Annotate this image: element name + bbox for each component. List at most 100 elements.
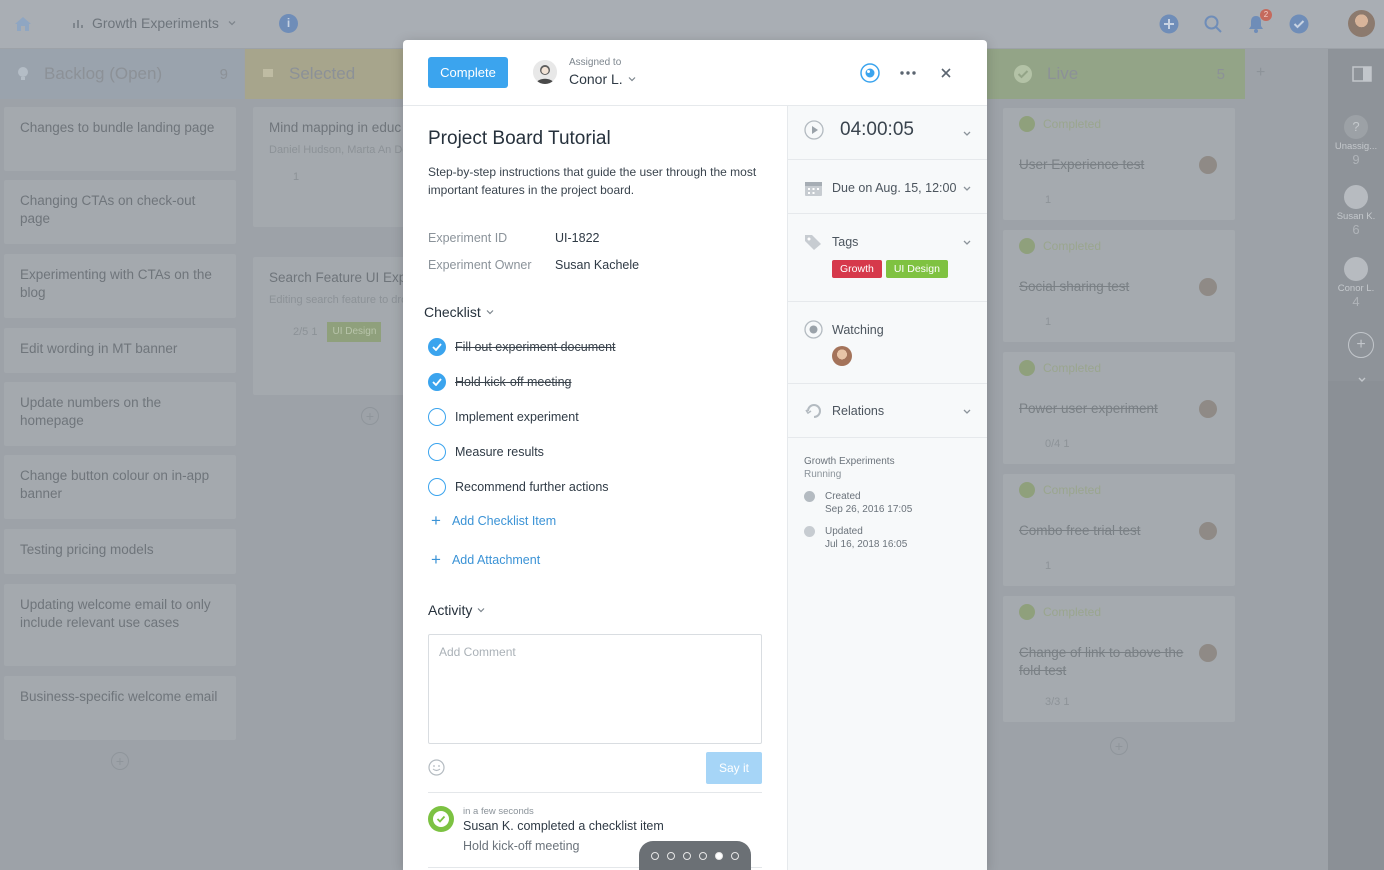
add-checklist-item-button[interactable]: + Add Checklist Item <box>431 512 556 529</box>
avatar <box>1199 400 1217 418</box>
pager-dot[interactable] <box>683 851 691 860</box>
rail-count: 6 <box>1352 222 1360 237</box>
backlog-card[interactable]: Changes to bundle landing page <box>4 107 236 171</box>
created-date: Sep 26, 2016 17:05 <box>825 504 913 515</box>
selected-card[interactable]: Search Feature UI Experiment Editing sea… <box>253 257 403 395</box>
checklist-item[interactable]: Measure results <box>428 443 544 461</box>
complete-button[interactable]: Complete <box>428 57 508 88</box>
comment-input[interactable] <box>428 634 762 744</box>
checklist-item[interactable]: Fill out experiment document <box>428 338 616 356</box>
add-attachment-button[interactable]: + Add Attachment <box>431 551 540 568</box>
live-card[interactable]: Completed Combo free trial test 1 <box>1003 474 1235 586</box>
close-button[interactable] <box>935 62 957 84</box>
add-card-button[interactable]: + <box>1110 737 1128 755</box>
backlog-card[interactable]: Testing pricing models <box>4 529 236 574</box>
rail-susan[interactable]: Susan K. 6 <box>1328 185 1384 237</box>
backlog-card[interactable]: Experimenting with CTAs on the blog <box>4 254 236 318</box>
pager-dot[interactable] <box>731 851 739 860</box>
live-card[interactable]: Completed User Experience test 1 <box>1003 108 1235 220</box>
add-icon[interactable] <box>1158 13 1180 35</box>
tag-ui-design[interactable]: UI Design <box>885 260 948 278</box>
card-title: User Experience test <box>1019 157 1145 172</box>
experiment-id-value[interactable]: UI-1822 <box>555 231 599 245</box>
activity-header[interactable]: Activity <box>428 602 485 618</box>
chevron-down-icon[interactable] <box>962 128 972 138</box>
add-card-button[interactable]: + <box>111 752 129 770</box>
watch-toggle[interactable] <box>859 62 881 84</box>
tag-icon <box>805 235 821 250</box>
chevron-down-icon[interactable] <box>962 406 972 416</box>
column-title: Live <box>1047 64 1079 83</box>
live-card[interactable]: Completed Social sharing test 1 <box>1003 230 1235 342</box>
pager-dot[interactable] <box>715 851 723 860</box>
more-options-button[interactable] <box>897 62 919 84</box>
home-icon[interactable] <box>12 13 34 35</box>
info-icon[interactable]: i <box>279 14 298 33</box>
avatar <box>1344 185 1368 209</box>
notification-badge: 2 <box>1260 9 1272 21</box>
checklist-item[interactable]: Implement experiment <box>428 408 579 426</box>
backlog-card[interactable]: Change button colour on in-app banner <box>4 455 236 519</box>
check-circle-icon[interactable] <box>1288 13 1310 35</box>
user-avatar[interactable] <box>1348 10 1375 37</box>
rail-conor[interactable]: Conor L. 4 <box>1328 257 1384 309</box>
relations-row: Relations <box>804 401 884 420</box>
checkbox-checked[interactable] <box>428 373 446 391</box>
panel-toggle-icon[interactable] <box>1352 66 1372 82</box>
checklist-item[interactable]: Recommend further actions <box>428 478 609 496</box>
rail-unassigned[interactable]: ? Unassig... 9 <box>1328 115 1384 167</box>
checkbox-unchecked[interactable] <box>428 443 446 461</box>
chevron-down-icon[interactable] <box>962 237 972 247</box>
assignee-dropdown[interactable]: Conor L. <box>569 71 636 87</box>
due-date-section[interactable]: Due on Aug. 15, 12:00 <box>788 160 987 214</box>
tag-growth[interactable]: Growth <box>832 260 882 278</box>
checklist-item[interactable]: Hold kick-off meeting <box>428 373 572 391</box>
project-status: Running <box>804 469 842 480</box>
relations-label: Relations <box>832 403 885 418</box>
backlog-card[interactable]: Business-specific welcome email <box>4 676 236 740</box>
task-description[interactable]: Step-by-step instructions that guide the… <box>428 163 763 199</box>
add-assignee-button[interactable]: + <box>1348 332 1374 358</box>
chevron-down-icon <box>628 77 636 82</box>
experiment-owner-value[interactable]: Susan Kachele <box>555 258 639 272</box>
search-icon[interactable] <box>1202 13 1224 35</box>
selected-card[interactable]: Mind mapping in educ video Daniel Hudson… <box>253 107 403 227</box>
chevron-down-icon[interactable] <box>1357 376 1367 384</box>
eye-icon <box>860 63 880 83</box>
checkbox-checked[interactable] <box>428 338 446 356</box>
backlog-card[interactable]: Edit wording in MT banner <box>4 328 236 373</box>
task-title[interactable]: Project Board Tutorial <box>428 128 611 150</box>
watcher-avatar[interactable] <box>832 346 852 366</box>
tags-section: Tags Growth UI Design <box>788 214 987 302</box>
person-icon <box>533 60 557 84</box>
relations-section[interactable]: Relations <box>788 384 987 438</box>
card-meta: 1 <box>1045 316 1052 328</box>
chevron-down-icon[interactable] <box>962 183 972 193</box>
assignee-avatar[interactable] <box>533 60 557 84</box>
pager-dot[interactable] <box>699 851 707 860</box>
play-icon[interactable] <box>804 120 824 140</box>
backlog-card[interactable]: Update numbers on the homepage <box>4 382 236 446</box>
close-icon <box>941 68 951 78</box>
backlog-card[interactable]: Updating welcome email to only include r… <box>4 584 236 666</box>
checklist-header[interactable]: Checklist <box>424 304 494 320</box>
card-meta: 1 <box>1045 560 1052 572</box>
add-column-button[interactable]: + <box>1256 64 1265 82</box>
tags-row[interactable]: Tags <box>804 233 858 251</box>
say-it-button[interactable]: Say it <box>706 752 762 784</box>
status-label: Completed <box>1043 117 1102 131</box>
checkbox-unchecked[interactable] <box>428 408 446 426</box>
status-label: Completed <box>1043 605 1102 619</box>
timer-row: 04:00:05 <box>804 119 914 141</box>
project-switcher[interactable]: Growth Experiments <box>72 15 237 31</box>
emoji-icon[interactable] <box>428 759 445 776</box>
add-card-button[interactable]: + <box>361 407 379 425</box>
pager-dot[interactable] <box>667 851 675 860</box>
card-meta: 1 <box>293 171 300 183</box>
backlog-card[interactable]: Changing CTAs on check-out page <box>4 180 236 244</box>
pager-dot[interactable] <box>651 851 659 860</box>
live-card[interactable]: Completed Change of link to above the fo… <box>1003 596 1235 722</box>
checklist-item-label: Fill out experiment document <box>455 340 616 354</box>
checkbox-unchecked[interactable] <box>428 478 446 496</box>
live-card[interactable]: Completed Power user experiment 0/4 1 <box>1003 352 1235 464</box>
